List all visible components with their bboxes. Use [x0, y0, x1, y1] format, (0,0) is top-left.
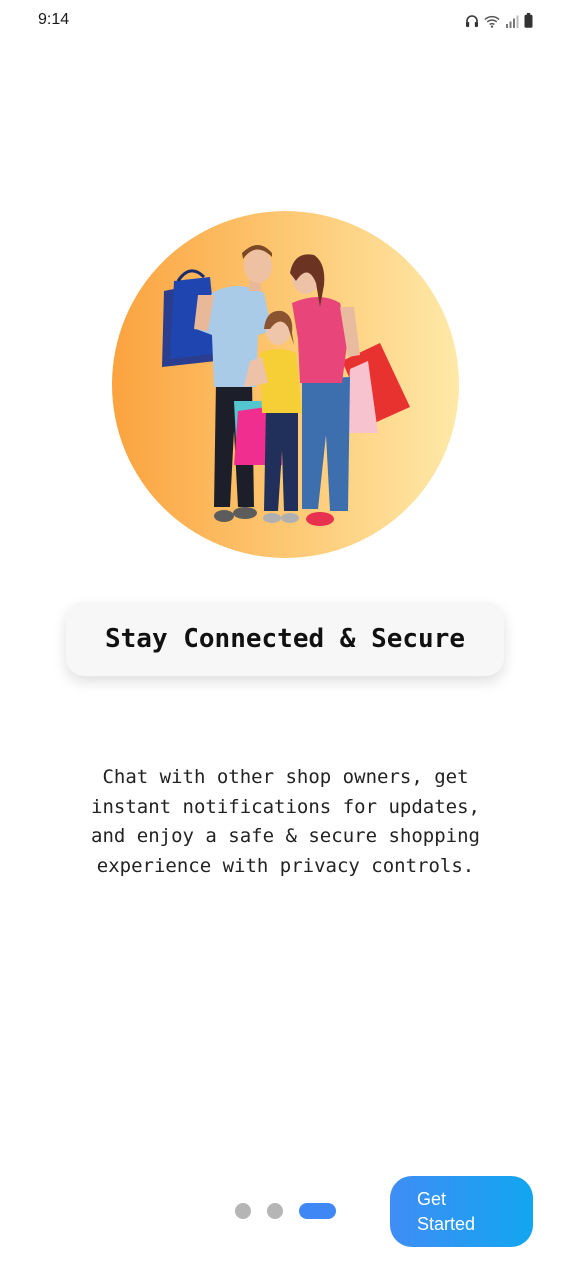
- page-indicator-dot-active[interactable]: [299, 1203, 336, 1219]
- page-indicator-dot[interactable]: [235, 1203, 251, 1219]
- signal-icon: [505, 15, 519, 28]
- page-indicator: [235, 1203, 336, 1219]
- page-title: Stay Connected & Secure: [104, 624, 466, 654]
- status-time: 9:14: [38, 11, 70, 28]
- status-icons: [465, 12, 533, 28]
- get-started-button[interactable]: Get Started: [390, 1176, 533, 1247]
- title-card: Stay Connected & Secure: [66, 602, 504, 676]
- family-shopping-illustration: [162, 245, 410, 526]
- status-bar: 9:14: [0, 0, 571, 42]
- wifi-icon: [484, 15, 500, 28]
- onboarding-illustration: [112, 211, 459, 558]
- headphones-icon: [465, 14, 479, 28]
- page-indicator-dot[interactable]: [267, 1203, 283, 1219]
- onboarding-description: Chat with other shop owners, get instant…: [91, 766, 480, 877]
- battery-icon: [524, 13, 533, 28]
